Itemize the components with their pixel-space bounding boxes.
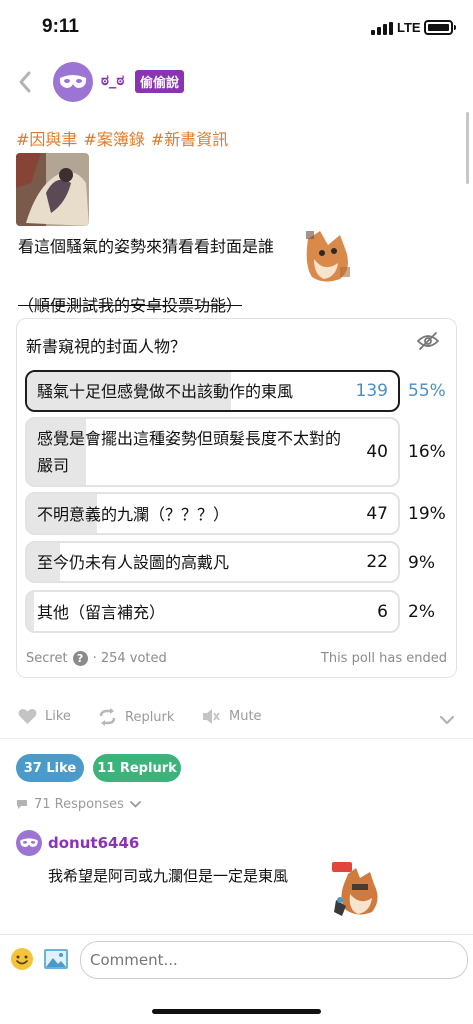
poll-option-label: 騷氣十足但感覺做不出該動作的東風 [37,382,294,401]
poll-option-percent: 16% [408,442,446,462]
divider [0,738,473,739]
poll-option-percent: 19% [408,504,446,524]
poll-option[interactable]: 騷氣十足但感覺做不出該動作的東風 139 [25,370,400,412]
post-actions: Like Replurk Mute [0,704,473,730]
poll-option[interactable]: 其他（留言補充） 6 [25,590,400,633]
replurk-icon [99,708,116,726]
hashtag[interactable]: #新書資訊 [151,130,228,149]
like-label: Like [45,709,71,724]
author-avatar[interactable] [53,62,93,102]
hashtag[interactable]: #因與聿 [16,130,77,149]
poll-option-count: 139 [355,381,388,401]
poll-footer: Secret ? · 254 voted [26,651,167,666]
poll-option-label: 至今仍未有人設圖的高戴凡 [37,553,230,572]
replurks-count-pill[interactable]: 11 Replurk [93,754,181,782]
poll-option-label: 感覺是會擺出這種姿勢但頭髮長度不太對的嚴司 [37,429,342,475]
secret-label: Secret [26,651,68,666]
speech-bubble-icon [17,800,27,809]
responder-avatar[interactable] [16,830,42,856]
help-icon[interactable]: ? [72,651,88,666]
poll-option-count: 6 [377,602,388,622]
image-upload-button[interactable] [43,947,69,971]
poll-option-percent: 55% [408,381,446,401]
anonymous-badge: 偷偷說 [135,70,185,93]
poll-option-count: 40 [366,442,388,462]
smiley-icon [11,948,33,970]
poll-option-percent: 2% [408,602,435,622]
response-text: 我希望是阿司或九瀾但是一定是東風 [48,867,289,885]
scrollbar[interactable] [466,112,469,184]
vote-count: · 254 voted [92,651,167,666]
mute-button[interactable]: Mute [202,708,262,725]
poll-option-count: 22 [366,552,388,572]
likes-count-pill[interactable]: 37 Like [16,754,84,782]
hashtag[interactable]: #案簿錄 [83,130,144,149]
post-text-line: 看這個騷氣的姿勢來猜看看封面是誰 [18,237,275,256]
poll-question: 新書窺視的封面人物？ [26,337,187,356]
composer-divider [0,934,473,935]
battery-icon [424,20,456,35]
emoji-button[interactable] [10,947,34,971]
chevron-left-icon [19,71,31,93]
poll-status: This poll has ended [320,651,447,666]
fox-sticker-image [300,229,355,285]
replurk-label: Replurk [125,709,175,725]
hashtag-list: #因與聿 #案簿錄 #新書資訊 [16,126,234,150]
responder-name[interactable]: donut6446 [48,834,139,852]
responses-count: 71 Responses [34,797,124,812]
poll-option[interactable]: 不明意義的九瀾（？？？） 47 [25,492,400,535]
mask-icon [59,75,87,88]
poll-card: 新書窺視的封面人物？ 騷氣十足但感覺做不出該動作的東風 139 55% 感覺是會… [16,318,457,678]
comment-input[interactable] [80,941,468,979]
poll-option-bar [27,592,35,631]
responses-toggle[interactable]: 71 Responses [16,797,141,812]
mask-icon [20,838,38,847]
eye-off-icon [416,332,440,350]
mute-icon [203,709,220,724]
replurk-button[interactable]: Replurk [98,708,174,726]
image-icon [44,949,68,969]
signal-icon [371,22,393,35]
poll-option[interactable]: 感覺是會擺出這種姿勢但頭髮長度不太對的嚴司 40 [25,417,400,487]
home-indicator[interactable] [152,1009,321,1014]
status-bar: 9:11 LTE [0,0,473,56]
like-button[interactable]: Like [18,708,71,725]
poll-option[interactable]: 至今仍未有人設圖的高戴凡 22 [25,541,400,583]
mute-label: Mute [229,709,262,724]
fox-live-sticker-image [330,860,388,918]
chevron-down-icon [129,801,141,808]
hide-results-button[interactable] [416,331,440,351]
back-button[interactable] [14,68,38,96]
poll-option-label: 其他（留言補充） [37,603,166,622]
author-nickname[interactable]: ಠ_ಠ [101,71,124,89]
heart-icon [18,709,37,724]
chevron-down-icon [439,715,455,725]
poll-option-label: 不明意義的九瀾（？？？） [37,505,230,524]
post-header: ಠ_ಠ 偷偷說 [0,56,473,112]
post-text-strikethrough: （順便測試我的安卓投票功能） [18,296,243,315]
network-label: LTE [397,20,421,35]
book-cover-image[interactable] [16,153,89,226]
status-time: 9:11 [42,16,79,37]
poll-option-count: 47 [366,504,388,524]
poll-option-percent: 9% [408,553,435,573]
more-button[interactable] [439,710,455,729]
